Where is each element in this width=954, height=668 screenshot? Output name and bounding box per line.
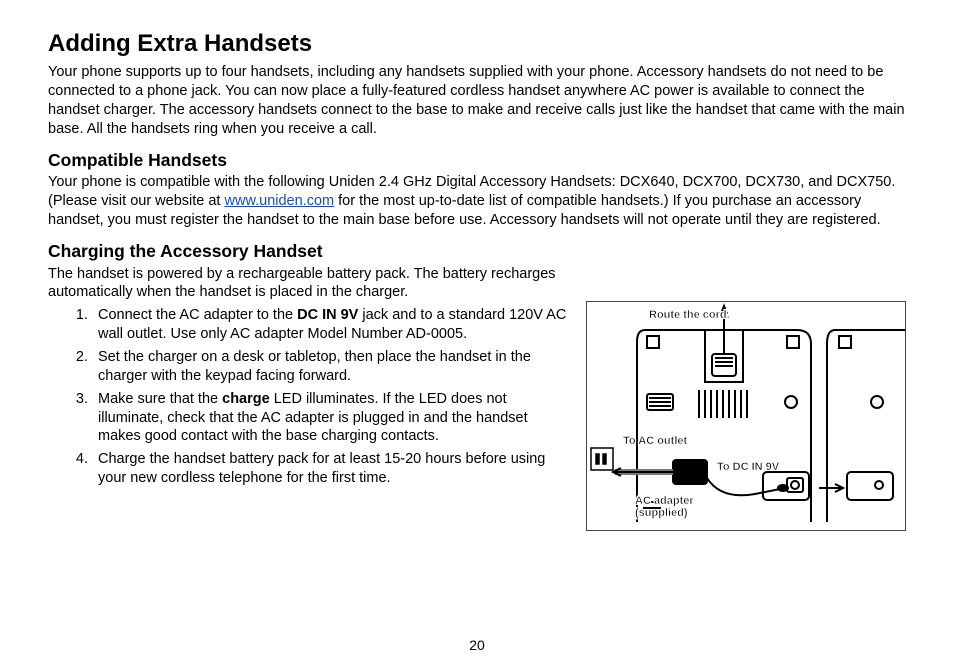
heading-adding-extra-handsets: Adding Extra Handsets bbox=[48, 28, 906, 59]
step-text: Make sure that the bbox=[98, 391, 222, 407]
charge-label: charge bbox=[222, 391, 270, 407]
heading-compatible-handsets: Compatible Handsets bbox=[48, 149, 906, 172]
dc-in-9v-label: DC IN 9V bbox=[297, 307, 358, 323]
to-ac-outlet-label: To AC outlet bbox=[623, 434, 687, 448]
list-item: Set the charger on a desk or tabletop, t… bbox=[92, 348, 568, 386]
charge-intro-paragraph: The handset is powered by a rechargeable… bbox=[48, 265, 568, 303]
to-dc-in-9v-label: To DC IN 9V bbox=[717, 460, 779, 474]
supplied-label: (supplied) bbox=[635, 506, 688, 520]
heading-charging-accessory-handset: Charging the Accessory Handset bbox=[48, 240, 906, 263]
route-cord-label: Route the cord. bbox=[649, 308, 730, 322]
charging-steps-list: Connect the AC adapter to the DC IN 9V j… bbox=[92, 306, 568, 488]
intro-paragraph: Your phone supports up to four handsets,… bbox=[48, 63, 906, 138]
list-item: Make sure that the charge LED illuminate… bbox=[92, 390, 568, 447]
charger-diagram: Route the cord. To AC outlet To DC IN 9V… bbox=[586, 301, 906, 531]
uniden-link[interactable]: www.uniden.com bbox=[225, 193, 335, 209]
compatible-paragraph: Your phone is compatible with the follow… bbox=[48, 173, 906, 230]
page-number: 20 bbox=[0, 636, 954, 654]
step-text: Connect the AC adapter to the bbox=[98, 307, 297, 323]
list-item: Charge the handset battery pack for at l… bbox=[92, 450, 568, 488]
list-item: Connect the AC adapter to the DC IN 9V j… bbox=[92, 306, 568, 344]
